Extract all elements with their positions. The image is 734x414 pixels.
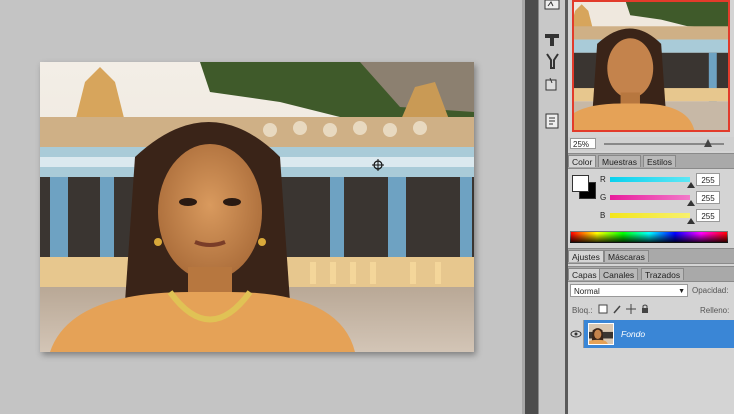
channel-r-field[interactable]: 255 [696, 173, 720, 186]
tab-ajustes[interactable]: Ajustes [568, 250, 604, 262]
channel-b-thumb[interactable] [687, 218, 695, 224]
layers-empty-area [568, 348, 734, 414]
history-icon[interactable] [542, 112, 562, 130]
lock-label: Bloq.: [572, 306, 593, 315]
channel-r-slider[interactable] [610, 177, 690, 182]
chevron-down-icon: ▼ [678, 288, 685, 295]
document-image[interactable] [40, 62, 474, 352]
adjust-tabbar: Ajustes Máscaras [568, 248, 734, 264]
channel-b-field[interactable]: 255 [696, 209, 720, 222]
tab-color[interactable]: Color [568, 155, 597, 167]
channel-b-slider[interactable] [610, 213, 690, 218]
zoom-slider-thumb[interactable] [704, 139, 712, 147]
tab-capas[interactable]: Capas [568, 268, 601, 280]
channel-g-slider[interactable] [610, 195, 690, 200]
lock-all-icon[interactable] [640, 304, 650, 314]
foreground-color-swatch[interactable] [572, 175, 589, 192]
channel-g-thumb[interactable] [687, 200, 695, 206]
channel-g-label: G [600, 193, 607, 202]
clone-source-icon[interactable] [542, 30, 562, 48]
channel-b-label: B [600, 211, 606, 220]
brush-presets-icon[interactable] [542, 0, 562, 18]
character-icon[interactable] [542, 76, 562, 94]
dock-strip [525, 0, 538, 414]
lock-position-icon[interactable] [626, 304, 636, 314]
fill-label: Relleno: [700, 306, 730, 315]
tab-estilos[interactable]: Estilos [643, 155, 677, 167]
navigator-zoom-row: 25% [568, 137, 734, 151]
crosshair-icon [372, 159, 384, 171]
blend-mode-value: Normal [574, 287, 600, 296]
panels-column: 25% Color Muestras Estilos R 255 G 255 B… [568, 0, 734, 414]
layer-name: Fondo [621, 329, 646, 339]
zoom-field[interactable]: 25% [570, 138, 596, 149]
color-spectrum-shade [570, 231, 728, 243]
eye-icon[interactable] [568, 320, 584, 348]
tab-trazados[interactable]: Trazados [641, 268, 685, 280]
navigator-thumbnail[interactable] [572, 0, 730, 132]
panel-icon-column [538, 0, 566, 414]
tab-muestras[interactable]: Muestras [598, 155, 641, 167]
channel-g-field[interactable]: 255 [696, 191, 720, 204]
tool-presets-icon[interactable] [542, 52, 562, 70]
color-tabbar: Color Muestras Estilos [568, 153, 734, 169]
layers-tabbar: Capas Canales Trazados [568, 266, 734, 282]
lock-transparency-icon[interactable] [598, 304, 608, 314]
tab-canales[interactable]: Canales [599, 268, 639, 280]
tab-mascaras[interactable]: Máscaras [604, 250, 649, 262]
layer-thumbnail [588, 323, 614, 345]
channel-r-thumb[interactable] [687, 182, 695, 188]
blend-mode-select[interactable]: Normal ▼ [570, 284, 688, 297]
lock-pixels-icon[interactable] [612, 304, 622, 314]
channel-r-label: R [600, 175, 606, 184]
opacity-label: Opacidad: [692, 286, 729, 295]
